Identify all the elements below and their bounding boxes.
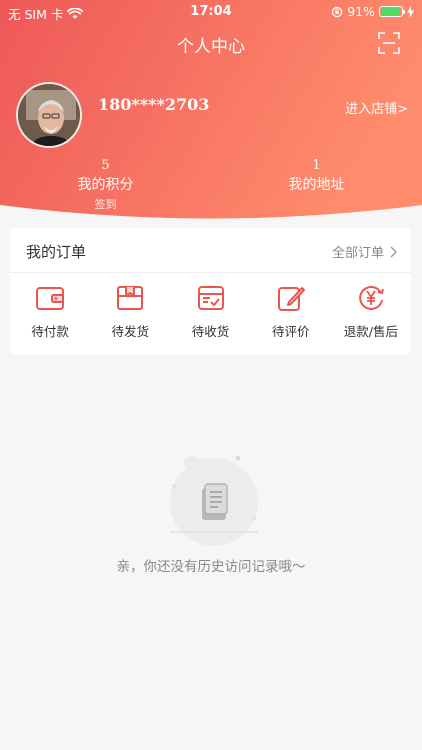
refund-aftersale-label: 退款/售后 (343, 324, 399, 339)
order-pending-shipment[interactable]: 待发货 (90, 273, 170, 353)
edit-review-icon (277, 287, 305, 311)
orders-card: 我的订单 全部订单 待付款 待发货 待收货 待评价 退款/售后 (10, 228, 411, 354)
all-orders-link[interactable]: 全部订单 (332, 242, 397, 261)
points-value: 5 (101, 158, 110, 173)
orders-header: 我的订单 全部订单 (10, 228, 411, 273)
page-title: 个人中心 (177, 37, 245, 57)
my-points[interactable]: 5 我的积分 签到 (0, 158, 211, 212)
charging-icon (407, 5, 414, 18)
orders-title: 我的订单 (26, 243, 87, 261)
order-status-row: 待付款 待发货 待收货 待评价 退款/售后 (10, 273, 411, 353)
refund-yen-icon (359, 286, 384, 310)
profile-header: 无 SIM 卡 17:04 91% 个人中心 180****2703 进入店铺>… (0, 0, 422, 220)
wallet-icon (36, 287, 65, 310)
chevron-right-icon (390, 246, 397, 257)
avatar[interactable] (16, 82, 82, 148)
enter-shop-link[interactable]: 进入店铺> (345, 98, 408, 117)
order-pending-receipt[interactable]: 待收货 (170, 273, 250, 353)
empty-history-illustration (170, 455, 258, 546)
address-label: 我的地址 (288, 177, 345, 193)
all-orders-label: 全部订单 (331, 246, 384, 261)
status-bar: 无 SIM 卡 17:04 91% (0, 0, 422, 24)
address-count: 1 (312, 158, 321, 173)
pending-receipt-label: 待收货 (191, 324, 230, 339)
battery-percent: 91% (347, 4, 375, 19)
pending-review-label: 待评价 (271, 324, 310, 339)
user-phone: 180****2703 (98, 95, 210, 114)
checkin-label[interactable]: 签到 (0, 196, 211, 212)
points-label: 我的积分 (77, 177, 134, 193)
empty-history-message: 亲，你还没有历史访问记录哦～ (116, 559, 306, 575)
delivery-box-icon (197, 286, 224, 310)
scan-icon[interactable] (378, 32, 400, 54)
order-refund-aftersale[interactable]: 退款/售后 (331, 273, 411, 353)
order-pending-payment[interactable]: 待付款 (10, 273, 90, 353)
pending-shipment-label: 待发货 (111, 324, 150, 339)
battery-icon (379, 6, 405, 17)
orientation-lock-icon (331, 6, 343, 17)
my-address[interactable]: 1 我的地址 (211, 158, 422, 194)
order-pending-review[interactable]: 待评价 (251, 273, 331, 353)
pending-payment-label: 待付款 (31, 324, 69, 339)
package-icon (117, 286, 144, 310)
